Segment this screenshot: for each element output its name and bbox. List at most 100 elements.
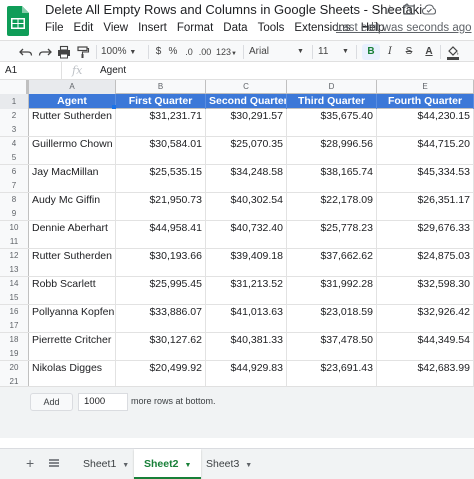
cell-second-quarter[interactable]: $44,929.83 bbox=[206, 361, 287, 386]
cell-agent[interactable]: Robb Scarlett bbox=[29, 277, 116, 304]
name-box[interactable]: A1 bbox=[0, 62, 62, 79]
tab-sheet1[interactable]: Sheet1 ▼ bbox=[73, 449, 139, 479]
cell-first-quarter[interactable]: $20,499.92 bbox=[116, 361, 206, 386]
cell-agent[interactable]: Rutter Sutherden bbox=[29, 249, 116, 276]
row-header[interactable]: 89 bbox=[0, 193, 29, 220]
font-select[interactable]: Arial ▼ bbox=[249, 44, 309, 60]
row-header[interactable]: 18 19 bbox=[0, 333, 29, 360]
redo-icon[interactable] bbox=[38, 44, 52, 60]
cell-third-quarter[interactable]: $25,778.23 bbox=[287, 221, 377, 248]
cell-fourth-quarter[interactable]: $32,926.42 bbox=[377, 305, 474, 332]
column-header-e[interactable]: E bbox=[377, 80, 474, 94]
cell-third-quarter[interactable]: $35,675.40 bbox=[287, 109, 377, 136]
chevron-down-icon[interactable]: ▼ bbox=[184, 462, 191, 469]
row-header[interactable]: 23 bbox=[0, 109, 29, 136]
all-sheets-menu-icon[interactable] bbox=[47, 456, 61, 470]
cell-third-quarter[interactable]: $37,662.62 bbox=[287, 249, 377, 276]
cell-first-quarter[interactable]: $31,231.71 bbox=[116, 109, 206, 136]
cloud-saved-icon[interactable] bbox=[421, 3, 437, 15]
cell-second-quarter[interactable]: $40,732.40 bbox=[206, 221, 287, 248]
zoom-select[interactable]: 100% ▼ bbox=[101, 44, 145, 60]
column-header-b[interactable]: B bbox=[116, 80, 206, 94]
cell-fourth-quarter[interactable]: $24,875.03 bbox=[377, 249, 474, 276]
move-folder-icon[interactable] bbox=[403, 2, 415, 15]
header-cell-first-quarter[interactable]: First Quarter bbox=[116, 94, 206, 109]
cell-first-quarter[interactable]: $21,950.73 bbox=[116, 193, 206, 220]
row-header[interactable]: 16 17 bbox=[0, 305, 29, 332]
menu-data[interactable]: Data bbox=[223, 22, 247, 38]
cell-second-quarter[interactable]: $40,302.54 bbox=[206, 193, 287, 220]
row-header[interactable]: 10 11 bbox=[0, 221, 29, 248]
add-sheet-icon[interactable]: + bbox=[26, 455, 34, 471]
cell-second-quarter[interactable]: $25,070.35 bbox=[206, 137, 287, 164]
font-size-select[interactable]: 11 ▼ bbox=[318, 44, 352, 60]
row-header[interactable]: 1 bbox=[0, 94, 29, 109]
cell-second-quarter[interactable]: $39,409.18 bbox=[206, 249, 287, 276]
cell-second-quarter[interactable]: $31,213.52 bbox=[206, 277, 287, 304]
row-header[interactable]: 45 bbox=[0, 137, 29, 164]
cell-fourth-quarter[interactable]: $42,683.99 bbox=[377, 361, 474, 386]
cell-first-quarter[interactable]: $30,193.66 bbox=[116, 249, 206, 276]
undo-icon[interactable] bbox=[19, 44, 33, 60]
cell-fourth-quarter[interactable]: $45,334.53 bbox=[377, 165, 474, 192]
decrease-decimal-button[interactable]: .0 bbox=[183, 44, 195, 60]
cell-fourth-quarter[interactable]: $44,230.15 bbox=[377, 109, 474, 136]
menu-tools[interactable]: Tools bbox=[258, 22, 285, 38]
header-cell-second-quarter[interactable]: Second Quarter bbox=[206, 94, 287, 109]
cell-fourth-quarter[interactable]: $44,715.20 bbox=[377, 137, 474, 164]
cell-first-quarter[interactable]: $44,958.41 bbox=[116, 221, 206, 248]
cell-agent[interactable]: Audy Mc Giffin bbox=[29, 193, 116, 220]
column-header-c[interactable]: C bbox=[206, 80, 287, 94]
cell-first-quarter[interactable]: $25,535.15 bbox=[116, 165, 206, 192]
print-icon[interactable] bbox=[57, 44, 71, 60]
row-header[interactable]: 12 13 bbox=[0, 249, 29, 276]
cell-fourth-quarter[interactable]: $26,351.17 bbox=[377, 193, 474, 220]
bold-button[interactable]: B bbox=[362, 44, 380, 60]
cell-first-quarter[interactable]: $33,886.07 bbox=[116, 305, 206, 332]
text-color-button[interactable]: A bbox=[423, 44, 435, 60]
row-header[interactable]: 14 15 bbox=[0, 277, 29, 304]
menu-file[interactable]: File bbox=[45, 22, 64, 38]
fill-color-icon[interactable] bbox=[446, 44, 460, 60]
menu-format[interactable]: Format bbox=[177, 22, 213, 38]
menu-insert[interactable]: Insert bbox=[138, 22, 167, 38]
formula-input[interactable]: Agent bbox=[100, 62, 126, 79]
cell-agent[interactable]: Guillermo Chown bbox=[29, 137, 116, 164]
italic-button[interactable]: I bbox=[385, 44, 395, 60]
cell-third-quarter[interactable]: $23,018.59 bbox=[287, 305, 377, 332]
cell-first-quarter[interactable]: $30,127.62 bbox=[116, 333, 206, 360]
row-header[interactable]: 20 21 bbox=[0, 361, 29, 386]
last-edit-link[interactable]: Last edit was seconds ago bbox=[336, 22, 472, 34]
column-header-d[interactable]: D bbox=[287, 80, 377, 94]
strikethrough-button[interactable]: S bbox=[404, 44, 414, 60]
column-header-a[interactable]: A bbox=[29, 80, 116, 94]
increase-decimal-button[interactable]: .00 bbox=[197, 44, 213, 60]
header-cell-agent[interactable]: Agent bbox=[29, 94, 116, 109]
cell-second-quarter[interactable]: $34,248.58 bbox=[206, 165, 287, 192]
menu-edit[interactable]: Edit bbox=[74, 22, 94, 38]
tab-sheet3[interactable]: Sheet3 ▼ bbox=[196, 449, 262, 479]
cell-second-quarter[interactable]: $40,381.33 bbox=[206, 333, 287, 360]
cell-third-quarter[interactable]: $38,165.74 bbox=[287, 165, 377, 192]
cell-fourth-quarter[interactable]: $44,349.54 bbox=[377, 333, 474, 360]
header-cell-fourth-quarter[interactable]: Fourth Quarter bbox=[377, 94, 474, 109]
cell-agent[interactable]: Nikolas Digges bbox=[29, 361, 116, 386]
cell-agent[interactable]: Dennie Aberhart bbox=[29, 221, 116, 248]
sheets-logo-icon[interactable] bbox=[7, 6, 31, 36]
cell-third-quarter[interactable]: $22,178.09 bbox=[287, 193, 377, 220]
cell-second-quarter[interactable]: $41,013.63 bbox=[206, 305, 287, 332]
cell-agent[interactable]: Jay MacMillan bbox=[29, 165, 116, 192]
add-rows-button[interactable]: Add bbox=[30, 393, 73, 411]
cell-fourth-quarter[interactable]: $32,598.30 bbox=[377, 277, 474, 304]
percent-button[interactable]: % bbox=[168, 44, 178, 60]
row-header[interactable]: 67 bbox=[0, 165, 29, 192]
select-all-corner[interactable] bbox=[0, 80, 29, 94]
header-cell-third-quarter[interactable]: Third Quarter bbox=[287, 94, 377, 109]
cell-third-quarter[interactable]: $28,996.56 bbox=[287, 137, 377, 164]
chevron-down-icon[interactable]: ▼ bbox=[245, 462, 252, 469]
star-icon[interactable]: ☆ bbox=[384, 2, 396, 18]
menu-view[interactable]: View bbox=[103, 22, 128, 38]
cell-agent[interactable]: Rutter Sutherden bbox=[29, 109, 116, 136]
tab-sheet2[interactable]: Sheet2 ▼ bbox=[134, 449, 202, 479]
cell-first-quarter[interactable]: $25,995.45 bbox=[116, 277, 206, 304]
